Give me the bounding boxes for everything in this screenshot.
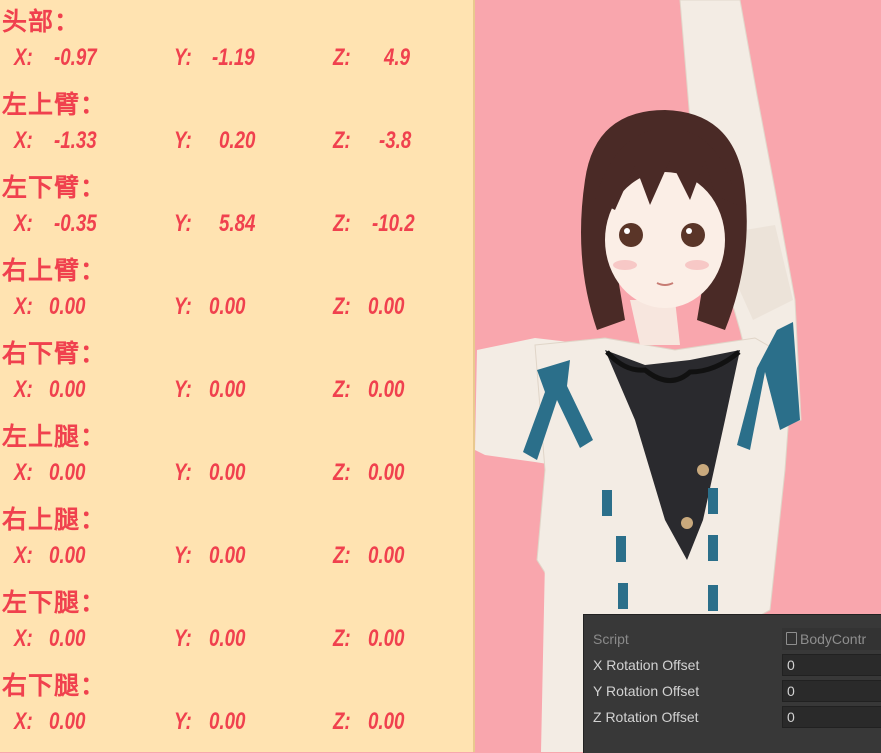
z-value: 0.00 <box>368 376 405 403</box>
script-label: Script <box>593 631 629 647</box>
z-axis-label: Z: <box>333 210 351 237</box>
y-axis-label: Y: <box>174 625 192 652</box>
y-axis-label: Y: <box>174 210 192 237</box>
z-value: 0.00 <box>368 293 405 320</box>
z-axis-label: Z: <box>333 376 351 403</box>
x-value: 0.00 <box>49 376 86 403</box>
x-value: 0.00 <box>49 708 86 735</box>
y-value: 5.84 <box>219 210 256 237</box>
x-axis-label: X: <box>14 210 33 237</box>
y-axis-label: Y: <box>174 127 192 154</box>
inspector-panel: Script BodyContr X Rotation Offset Y Rot… <box>583 614 881 753</box>
z-value: 0.00 <box>368 542 405 569</box>
z-rotation-offset-input[interactable] <box>782 706 881 728</box>
part-title: 左下臂： <box>2 173 107 202</box>
y-axis-label: Y: <box>174 542 192 569</box>
z-value: -10.2 <box>372 210 415 237</box>
x-axis-label: X: <box>14 708 33 735</box>
x-value: -0.97 <box>54 44 97 71</box>
x-value: -0.35 <box>54 210 97 237</box>
z-axis-label: Z: <box>333 459 351 486</box>
part-left-lower-leg: 左下腿： X: 0.00 Y: 0.00 Z: 0.00 <box>0 581 475 664</box>
x-axis-label: X: <box>14 127 33 154</box>
x-value: 0.00 <box>49 625 86 652</box>
y-value: 0.00 <box>209 376 246 403</box>
x-axis-label: X: <box>14 44 33 71</box>
y-value: 0.00 <box>209 542 246 569</box>
x-rotation-offset-label: X Rotation Offset <box>593 657 700 673</box>
script-row: Script BodyContr <box>584 627 881 651</box>
x-value: 0.00 <box>49 293 86 320</box>
x-value: -1.33 <box>54 127 97 154</box>
z-value: 4.9 <box>384 44 411 71</box>
part-title: 右上腿： <box>2 505 107 534</box>
z-value: 0.00 <box>368 459 405 486</box>
x-rotation-offset-row: X Rotation Offset <box>584 653 881 677</box>
y-axis-label: Y: <box>174 459 192 486</box>
part-right-lower-leg: 右下腿： X: 0.00 Y: 0.00 Z: 0.00 <box>0 664 475 747</box>
z-value: 0.00 <box>368 708 405 735</box>
y-value: 0.00 <box>209 625 246 652</box>
y-axis-label: Y: <box>174 708 192 735</box>
part-left-upper-arm: 左上臂： X: -1.33 Y: 0.20 Z: -3.8 <box>0 83 475 166</box>
part-title: 头部： <box>2 7 81 36</box>
x-rotation-offset-input[interactable] <box>782 654 881 676</box>
part-head: 头部： X: -0.97 Y: -1.19 Z: 4.9 <box>0 0 475 83</box>
y-rotation-offset-input[interactable] <box>782 680 881 702</box>
y-axis-label: Y: <box>174 293 192 320</box>
z-axis-label: Z: <box>333 708 351 735</box>
script-field[interactable]: BodyContr <box>782 628 881 650</box>
part-title: 左上腿： <box>2 422 107 451</box>
x-axis-label: X: <box>14 542 33 569</box>
y-axis-label: Y: <box>174 44 192 71</box>
part-title: 左上臂： <box>2 90 107 119</box>
y-rotation-offset-row: Y Rotation Offset <box>584 679 881 703</box>
part-title: 右下腿： <box>2 671 107 700</box>
z-axis-label: Z: <box>333 127 351 154</box>
x-value: 0.00 <box>49 542 86 569</box>
z-axis-label: Z: <box>333 44 351 71</box>
y-value: 0.00 <box>209 293 246 320</box>
y-value: 0.00 <box>209 459 246 486</box>
script-name: BodyContr <box>800 631 867 647</box>
z-rotation-offset-label: Z Rotation Offset <box>593 709 699 725</box>
x-axis-label: X: <box>14 376 33 403</box>
part-title: 右上臂： <box>2 256 107 285</box>
x-axis-label: X: <box>14 459 33 486</box>
part-right-upper-leg: 右上腿： X: 0.00 Y: 0.00 Z: 0.00 <box>0 498 475 581</box>
y-value: 0.00 <box>209 708 246 735</box>
z-axis-label: Z: <box>333 293 351 320</box>
rotation-readout-panel: 头部： X: -0.97 Y: -1.19 Z: 4.9 左上臂： X: -1.… <box>0 0 475 752</box>
part-right-upper-arm: 右上臂： X: 0.00 Y: 0.00 Z: 0.00 <box>0 249 475 332</box>
z-axis-label: Z: <box>333 625 351 652</box>
part-title: 左下腿： <box>2 588 107 617</box>
part-right-lower-arm: 右下臂： X: 0.00 Y: 0.00 Z: 0.00 <box>0 332 475 415</box>
y-rotation-offset-label: Y Rotation Offset <box>593 683 700 699</box>
x-value: 0.00 <box>49 459 86 486</box>
z-value: -3.8 <box>379 127 412 154</box>
x-axis-label: X: <box>14 625 33 652</box>
part-left-upper-leg: 左上腿： X: 0.00 Y: 0.00 Z: 0.00 <box>0 415 475 498</box>
x-axis-label: X: <box>14 293 33 320</box>
z-axis-label: Z: <box>333 542 351 569</box>
part-left-lower-arm: 左下臂： X: -0.35 Y: 5.84 Z: -10.2 <box>0 166 475 249</box>
script-file-icon <box>786 632 797 645</box>
y-axis-label: Y: <box>174 376 192 403</box>
y-value: -1.19 <box>212 44 255 71</box>
y-value: 0.20 <box>219 127 256 154</box>
z-rotation-offset-row: Z Rotation Offset <box>584 705 881 729</box>
part-title: 右下臂： <box>2 339 107 368</box>
z-value: 0.00 <box>368 625 405 652</box>
